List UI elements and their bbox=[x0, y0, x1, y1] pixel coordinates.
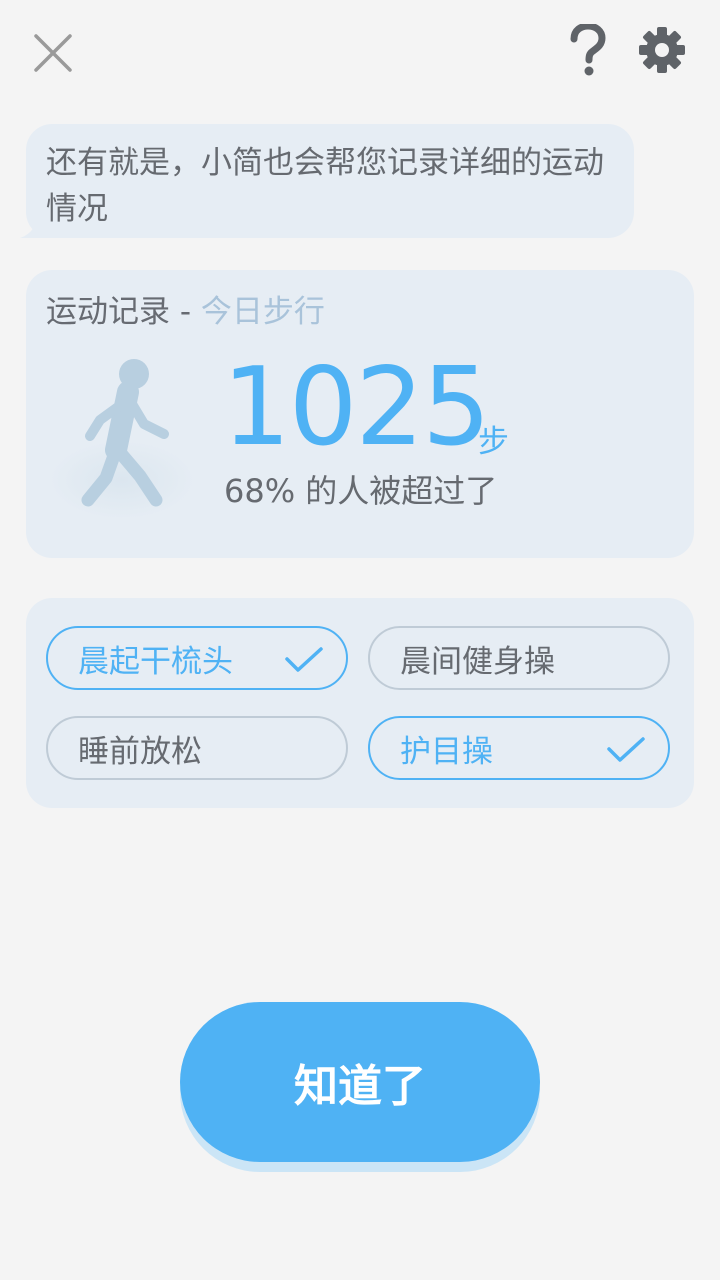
close-icon bbox=[34, 34, 72, 72]
confirm-button[interactable]: 知道了 bbox=[180, 1002, 540, 1162]
option-label: 睡前放松 bbox=[78, 733, 202, 770]
option-bedtime-relax[interactable]: 睡前放松 bbox=[46, 716, 348, 780]
option-label: 晨起干梳头 bbox=[78, 643, 233, 680]
option-morning-exercise[interactable]: 晨间健身操 bbox=[368, 626, 670, 690]
help-button[interactable] bbox=[562, 22, 614, 80]
step-rank-text: 68% 的人被超过了 bbox=[224, 472, 498, 510]
gear-icon bbox=[639, 27, 685, 73]
check-icon bbox=[285, 647, 323, 672]
card-title-main: 运动记录 - bbox=[46, 294, 201, 330]
settings-button[interactable] bbox=[636, 24, 688, 76]
top-bar bbox=[0, 0, 720, 110]
step-unit: 步 bbox=[478, 424, 509, 460]
card-title: 运动记录 - 今日步行 bbox=[46, 286, 325, 331]
option-morning-comb[interactable]: 晨起干梳头 bbox=[46, 626, 348, 690]
step-count: 1025 bbox=[222, 345, 491, 470]
option-eye-exercise[interactable]: 护目操 bbox=[368, 716, 670, 780]
walking-person-icon bbox=[81, 359, 169, 507]
close-button[interactable] bbox=[28, 28, 78, 78]
exercise-record-card: 运动记录 - 今日步行 1025 步 68% 的人被超过了 bbox=[26, 270, 694, 558]
option-label: 护目操 bbox=[400, 733, 493, 770]
card-title-sub: 今日步行 bbox=[200, 294, 325, 330]
activity-options: 晨起干梳头 晨间健身操 睡前放松 护目操 bbox=[26, 598, 694, 808]
question-icon bbox=[570, 24, 606, 76]
message-bubble: 还有就是，小简也会帮您记录详细的运动情况 bbox=[26, 124, 634, 238]
check-icon bbox=[607, 737, 645, 762]
option-label: 晨间健身操 bbox=[400, 643, 555, 680]
message-text: 还有就是，小简也会帮您记录详细的运动情况 bbox=[46, 145, 604, 227]
